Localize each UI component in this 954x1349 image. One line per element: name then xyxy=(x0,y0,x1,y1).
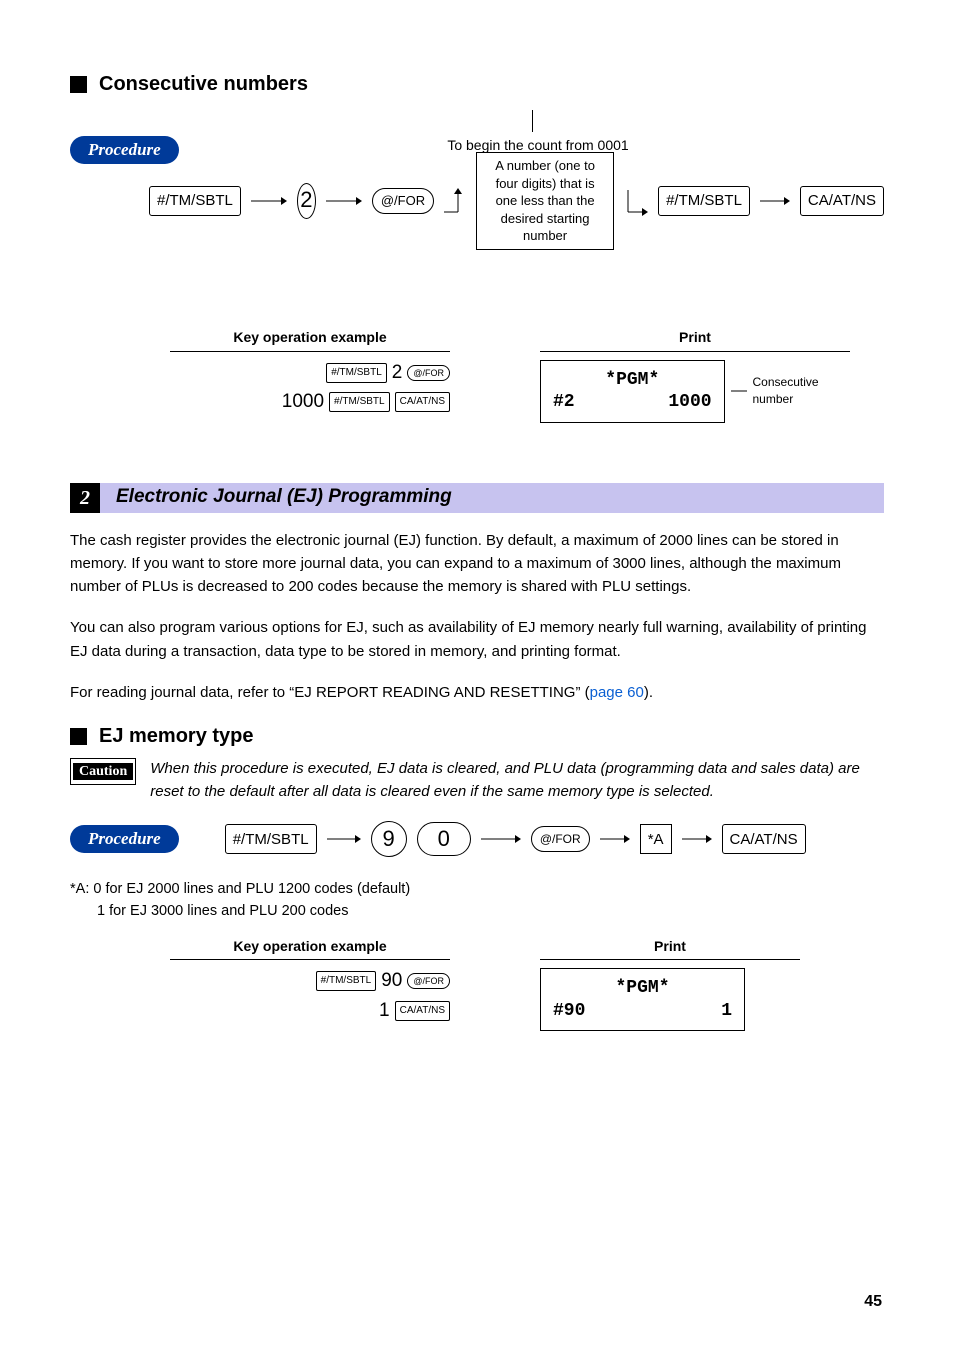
square-bullet-icon xyxy=(70,728,87,745)
arrow-icon xyxy=(760,195,790,207)
caution-badge: Caution xyxy=(70,758,136,785)
key-line-2: 1 CA/AT/NS xyxy=(170,998,450,1025)
digit: 90 xyxy=(381,968,402,995)
connector-line xyxy=(532,110,533,132)
key-ca-at-ns-sm: CA/AT/NS xyxy=(395,1001,450,1021)
print-line2-left: #90 xyxy=(553,1000,585,1023)
print-title: Print xyxy=(540,328,850,352)
arrow-icon xyxy=(327,833,361,845)
paragraph-3: For reading journal data, refer to “EJ R… xyxy=(70,681,884,704)
footnote-b: 1 for EJ 3000 lines and PLU 200 codes xyxy=(70,901,884,923)
example-row-2: Key operation example #/TM/SBTL 90 @/FOR… xyxy=(170,937,884,1032)
connector-icon xyxy=(444,184,466,218)
key-ca-at-ns-sm: CA/AT/NS xyxy=(395,392,450,412)
starting-number-note: A number (one to four digits) that is on… xyxy=(476,152,614,250)
paragraph-2: You can also program various options for… xyxy=(70,616,884,663)
para3-pre: For reading journal data, refer to “EJ R… xyxy=(70,684,590,701)
print-line2-right: 1000 xyxy=(668,391,711,414)
key-op-title: Key operation example xyxy=(170,328,450,352)
key-op-example-col: Key operation example #/TM/SBTL 90 @/FOR… xyxy=(170,937,450,1032)
key-tm-sbtl: #/TM/SBTL xyxy=(225,824,317,854)
key-line-2: 1000 #/TM/SBTL CA/AT/NS xyxy=(170,389,450,416)
digit-0: 0 xyxy=(417,822,471,856)
param-a-box: *A xyxy=(640,824,672,854)
print-line1: *PGM* xyxy=(553,369,712,392)
arrow-icon xyxy=(326,195,362,207)
key-tm-sbtl: #/TM/SBTL xyxy=(149,186,241,216)
key-for-sm: @/FOR xyxy=(407,365,450,381)
arrow-icon xyxy=(251,195,287,207)
heading-text: Consecutive numbers xyxy=(99,70,308,98)
print-output: *PGM* #2 1000 xyxy=(540,360,725,423)
print-output: *PGM* #90 1 xyxy=(540,968,745,1031)
digit: 1000 xyxy=(282,389,324,416)
square-bullet-icon xyxy=(70,76,87,93)
key-ca-at-ns: CA/AT/NS xyxy=(800,186,884,216)
page-link[interactable]: page 60 xyxy=(590,684,644,701)
digit-9: 9 xyxy=(371,821,407,857)
key-tm-sbtl-2: #/TM/SBTL xyxy=(658,186,750,216)
key-for: @/FOR xyxy=(372,188,434,214)
print-example-col: Print *PGM* #90 1 xyxy=(540,937,800,1032)
digit-2: 2 xyxy=(297,183,316,219)
section-band: 2 Electronic Journal (EJ) Programming xyxy=(70,483,884,513)
procedure-badge: Procedure xyxy=(70,825,179,853)
key-line-1: #/TM/SBTL 90 @/FOR xyxy=(170,968,450,995)
key-for-sm: @/FOR xyxy=(407,973,450,989)
key-line-1: #/TM/SBTL 2 @/FOR xyxy=(170,360,450,387)
caution-row: Caution When this procedure is executed,… xyxy=(70,758,884,803)
example-row-1: Key operation example #/TM/SBTL 2 @/FOR … xyxy=(170,328,884,423)
key-tm-sbtl-sm: #/TM/SBTL xyxy=(316,971,377,991)
flow-row-2: Procedure #/TM/SBTL 9 0 @/FOR *A CA/AT/N… xyxy=(70,821,884,857)
digit: 1 xyxy=(379,998,390,1025)
footnote-a: *A: 0 for EJ 2000 lines and PLU 1200 cod… xyxy=(70,879,884,901)
key-tm-sbtl-sm: #/TM/SBTL xyxy=(329,392,390,412)
print-title: Print xyxy=(540,937,800,961)
caution-label: Caution xyxy=(73,763,133,780)
procedure-block-1: Procedure To begin the count from 0001 #… xyxy=(70,116,884,242)
callout-line-icon xyxy=(731,386,747,396)
print-line1: *PGM* xyxy=(553,977,732,1000)
section-number: 2 xyxy=(70,483,100,513)
digit: 2 xyxy=(392,360,403,387)
page: Consecutive numbers Procedure To begin t… xyxy=(0,0,954,1349)
flow-row-1: #/TM/SBTL 2 @/FOR A number (one to four … xyxy=(70,152,884,250)
print-annotation: Consecutive number xyxy=(753,374,851,408)
key-tm-sbtl-sm: #/TM/SBTL xyxy=(326,363,387,383)
page-number: 45 xyxy=(864,1291,882,1313)
print-example-col: Print *PGM* #2 1000 Consecutive number xyxy=(540,328,850,423)
print-line2-right: 1 xyxy=(721,1000,732,1023)
key-op-example-col: Key operation example #/TM/SBTL 2 @/FOR … xyxy=(170,328,450,423)
caution-text: When this procedure is executed, EJ data… xyxy=(150,758,884,803)
connector-icon xyxy=(624,184,648,218)
arrow-icon xyxy=(682,833,712,845)
para3-post: ). xyxy=(644,684,653,701)
key-ca-at-ns: CA/AT/NS xyxy=(722,824,806,854)
key-op-title: Key operation example xyxy=(170,937,450,961)
print-line2-left: #2 xyxy=(553,391,575,414)
paragraph-1: The cash register provides the electroni… xyxy=(70,529,884,599)
arrow-icon xyxy=(481,833,521,845)
section-title: Electronic Journal (EJ) Programming xyxy=(100,483,884,513)
heading-ej-memory-type: EJ memory type xyxy=(70,722,884,750)
key-for: @/FOR xyxy=(531,826,590,852)
heading-consecutive-numbers: Consecutive numbers xyxy=(70,70,884,98)
heading-text: EJ memory type xyxy=(99,722,254,750)
arrow-icon xyxy=(600,833,630,845)
